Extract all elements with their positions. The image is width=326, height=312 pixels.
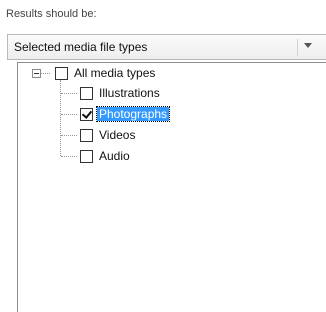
media-type-tree[interactable]: All media types Illustrations Photograph… [17,62,326,312]
tree-connector [61,114,77,115]
tree-connector [60,80,61,156]
tree-item-illustrations[interactable]: Illustrations [97,86,162,100]
media-type-dropdown[interactable]: Selected media file types [7,34,326,60]
chevron-down-icon[interactable] [304,43,312,48]
collapse-minus-icon[interactable] [32,69,41,78]
checkbox-all-media-types[interactable] [55,67,68,80]
tree-connector [40,73,50,74]
tree-connector [61,135,77,136]
checkbox-audio[interactable] [80,150,93,163]
dropdown-selected-value: Selected media file types [14,40,148,54]
tree-item-photographs[interactable]: Photographs [95,106,171,122]
checkbox-videos[interactable] [80,129,93,142]
checkbox-illustrations[interactable] [80,87,93,100]
tree-item-videos[interactable]: Videos [97,128,137,142]
results-label: Results should be: [6,8,97,20]
tree-connector [61,156,77,157]
dropdown-separator [297,39,298,56]
tree-connector [61,93,77,94]
checkbox-photographs[interactable] [80,108,93,121]
tree-item-all-media-types[interactable]: All media types [72,66,157,80]
tree-item-audio[interactable]: Audio [97,149,132,163]
